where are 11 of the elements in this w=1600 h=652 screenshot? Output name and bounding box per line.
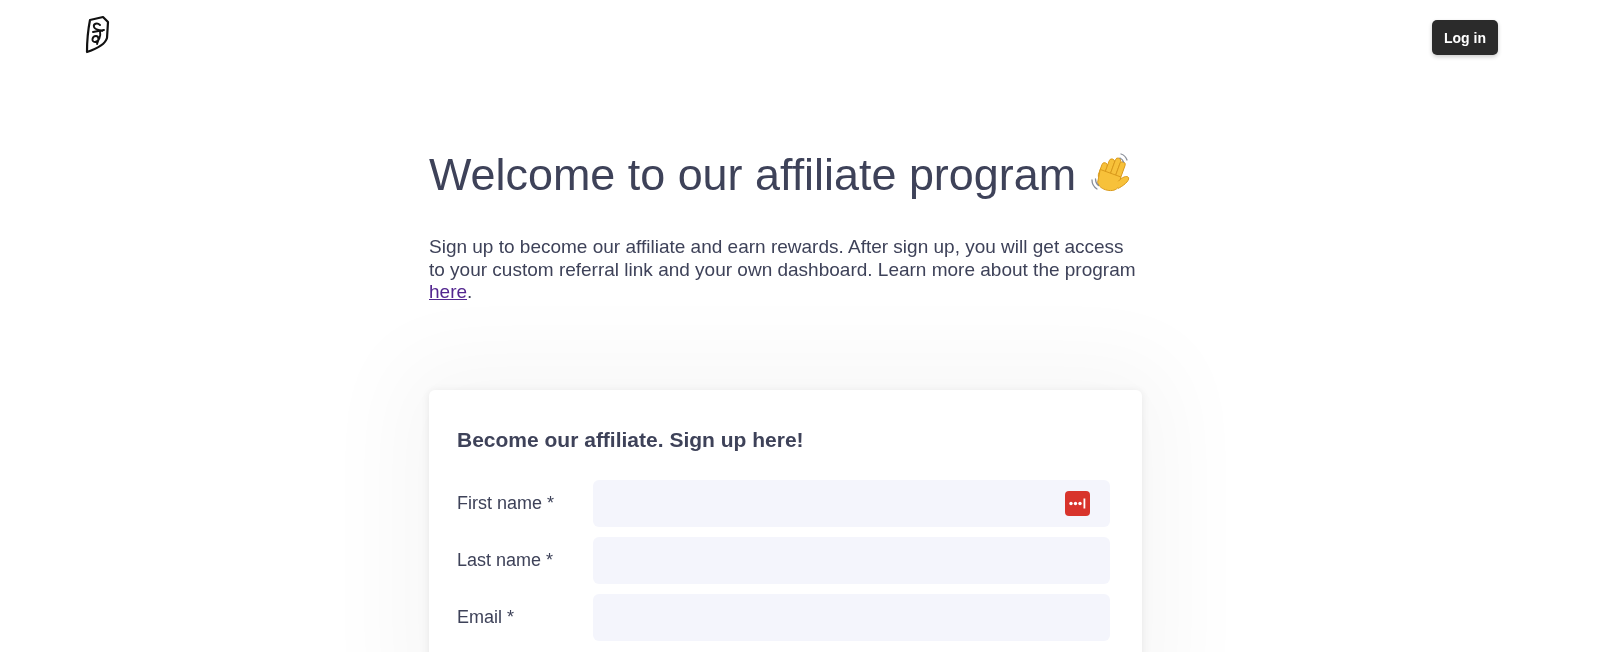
page-heading: Welcome to our affiliate program	[429, 148, 1077, 202]
field-label: Email *	[457, 606, 515, 628]
intro-paragraph: Sign up to become our affiliate and earn rewards. After sign up, you will get access to your custom referral link and your own dashboard. Learn more about the program here.	[429, 236, 1137, 304]
field-label: Last name *	[457, 549, 555, 571]
learn-more-link[interactable]: here	[429, 281, 468, 302]
input-field[interactable]	[593, 479, 1110, 527]
form-title: Become our affiliate. Sign up here!	[457, 426, 805, 453]
field-label: First name *	[457, 492, 556, 514]
login-button[interactable]: Log in	[1432, 20, 1498, 55]
password-dots-icon[interactable]	[1065, 490, 1090, 516]
logo-icon[interactable]	[84, 15, 111, 55]
